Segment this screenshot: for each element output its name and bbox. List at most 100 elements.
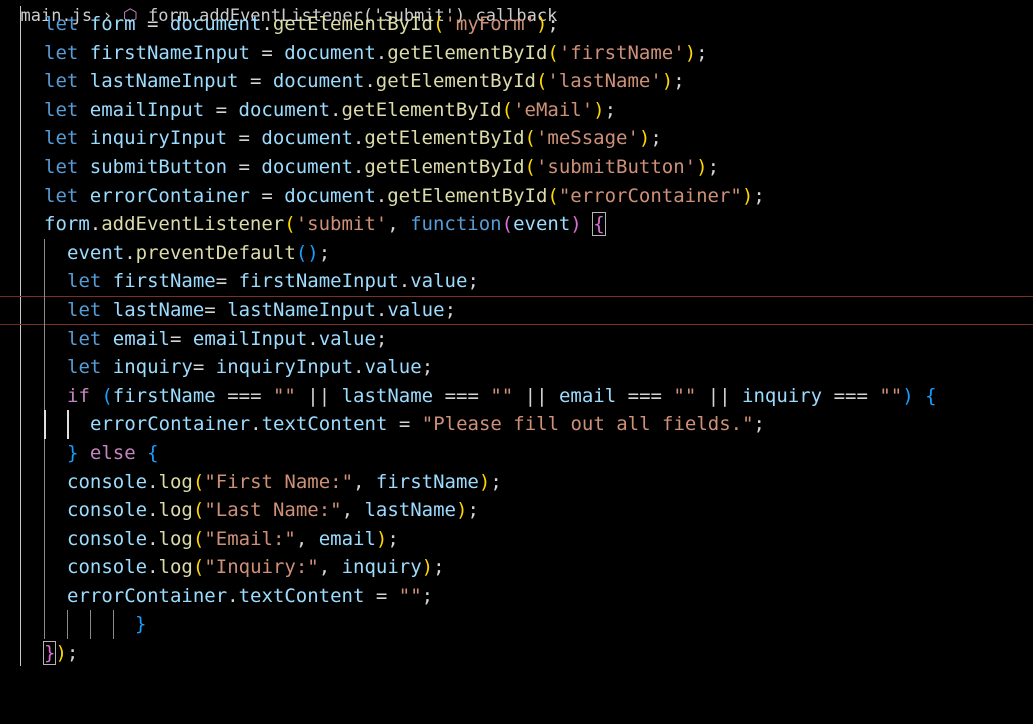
code-line[interactable]: errorContainer.textContent = "Please fil… xyxy=(0,410,1033,439)
code-line[interactable]: console.log("Last Name:", lastName); xyxy=(0,496,1033,525)
code-line[interactable]: console.log("Inquiry:", inquiry); xyxy=(0,553,1033,582)
code-token: value xyxy=(387,298,445,321)
code-token: 'eMail' xyxy=(513,98,594,121)
code-token: . xyxy=(307,327,319,350)
code-token: ; xyxy=(490,470,502,493)
code-token: document xyxy=(169,13,262,35)
code-line[interactable]: let firstName= firstNameInput.value; xyxy=(0,267,1033,296)
code-token: = xyxy=(387,413,422,436)
code-token: ; xyxy=(433,556,445,579)
code-token: = xyxy=(364,584,399,607)
code-line[interactable]: let lastNameInput = document.getElementB… xyxy=(0,67,1033,96)
code-line[interactable]: let email= emailInput.value; xyxy=(0,324,1033,354)
code-token: ( xyxy=(524,155,536,178)
code-token: lastName xyxy=(364,499,456,522)
code-token: ) xyxy=(638,127,651,150)
indent-guide xyxy=(44,467,45,497)
code-line[interactable]: let errorContainer = document.getElement… xyxy=(0,182,1033,211)
indent-guide xyxy=(44,410,46,439)
code-token: 'myForm' xyxy=(444,13,536,35)
code-token: else xyxy=(89,441,136,464)
code-token: let xyxy=(67,356,102,379)
indent-guide xyxy=(44,381,45,411)
code-token: . xyxy=(364,70,376,93)
code-token: { xyxy=(592,212,606,237)
code-line[interactable]: console.log("Email:", email); xyxy=(0,524,1033,554)
code-token: "First Name:" xyxy=(204,470,354,493)
code-token: errorContainer xyxy=(67,584,228,607)
code-token: firstNameInput xyxy=(238,270,399,293)
code-line[interactable]: let firstNameInput = document.getElement… xyxy=(0,39,1033,68)
code-token: form xyxy=(89,13,136,35)
code-token: , xyxy=(295,527,319,550)
code-token: ) xyxy=(902,384,914,407)
code-token: "" xyxy=(879,384,903,407)
code-token: ; xyxy=(696,41,708,64)
code-token: , xyxy=(387,213,411,236)
code-line[interactable]: let form = document.getElementById('myFo… xyxy=(0,10,1033,39)
code-token: = xyxy=(227,155,262,178)
code-line[interactable]: let submitButton = document.getElementBy… xyxy=(0,153,1033,182)
code-text: let inquiry= inquiryInput.value; xyxy=(67,353,433,382)
code-token: document xyxy=(261,127,353,150)
code-token: . xyxy=(398,270,411,293)
code-token: getElementById xyxy=(375,70,536,93)
code-token: ) xyxy=(741,184,754,207)
code-token: ) xyxy=(696,155,708,178)
code-token: ; xyxy=(753,413,765,436)
code-token: ) xyxy=(661,70,674,93)
code-text: let form = document.getElementById('myFo… xyxy=(44,10,559,39)
code-editor[interactable]: let form = document.getElementById('myFo… xyxy=(0,10,1033,668)
code-token: "Last Name:" xyxy=(204,499,342,522)
code-token: document xyxy=(284,41,376,64)
code-text: errorContainer.textContent = ""; xyxy=(67,582,433,611)
code-text: let email= emailInput.value; xyxy=(67,325,387,354)
code-token: emailInput xyxy=(89,98,205,121)
code-token: ; xyxy=(66,642,79,665)
code-line[interactable]: errorContainer.textContent = ""; xyxy=(0,581,1033,611)
code-text: form.addEventListener('submit', function… xyxy=(44,210,606,239)
code-line[interactable]: event.preventDefault(); xyxy=(0,238,1033,268)
code-token: 'firstName' xyxy=(558,41,685,64)
code-token: inquiry xyxy=(112,356,193,379)
code-line[interactable]: let emailInput = document.getElementById… xyxy=(0,96,1033,125)
code-token: firstName xyxy=(375,470,479,493)
code-token: inquiry xyxy=(341,556,422,579)
code-token: = xyxy=(215,270,239,293)
indent-guide xyxy=(44,553,45,582)
code-token: getElementById xyxy=(387,184,548,207)
code-line[interactable]: } else { xyxy=(0,438,1033,468)
code-token: console xyxy=(67,556,148,579)
code-text: console.log("Inquiry:", inquiry); xyxy=(67,553,445,582)
code-line[interactable]: console.log("First Name:", firstName); xyxy=(0,467,1033,497)
code-token: form xyxy=(44,213,90,236)
code-line[interactable]: let inquiry= inquiryInput.value; xyxy=(0,353,1033,382)
code-text: let lastNameInput = document.getElementB… xyxy=(44,67,685,96)
indent-guide xyxy=(44,610,45,640)
code-token: ) xyxy=(684,41,697,64)
code-token: = xyxy=(192,356,216,379)
code-token: . xyxy=(375,184,388,207)
code-line[interactable]: form.addEventListener('submit', function… xyxy=(0,210,1033,239)
code-line[interactable]: }); xyxy=(0,639,1033,668)
breadcrumb[interactable]: main.js › ⬡ form.addEventListener('submi… xyxy=(0,0,557,26)
code-line[interactable]: let lastName= lastNameInput.value; xyxy=(0,295,1033,325)
code-token: document xyxy=(261,155,353,178)
code-token: ( xyxy=(192,527,205,550)
code-token: = xyxy=(204,298,228,321)
code-token: ) xyxy=(456,499,468,522)
code-token: let xyxy=(44,155,79,178)
code-token: errorContainer xyxy=(89,184,250,207)
code-line[interactable]: } xyxy=(0,610,1033,640)
code-line[interactable]: if (firstName === "" || lastName === "" … xyxy=(0,381,1033,411)
code-token: === xyxy=(822,384,880,407)
code-token: let xyxy=(67,298,102,321)
code-token: === xyxy=(616,384,674,407)
code-token: || xyxy=(295,384,342,407)
code-token: lastName xyxy=(112,298,205,321)
code-line[interactable]: let inquiryInput = document.getElementBy… xyxy=(0,124,1033,153)
code-text: let firstNameInput = document.getElement… xyxy=(44,39,708,68)
